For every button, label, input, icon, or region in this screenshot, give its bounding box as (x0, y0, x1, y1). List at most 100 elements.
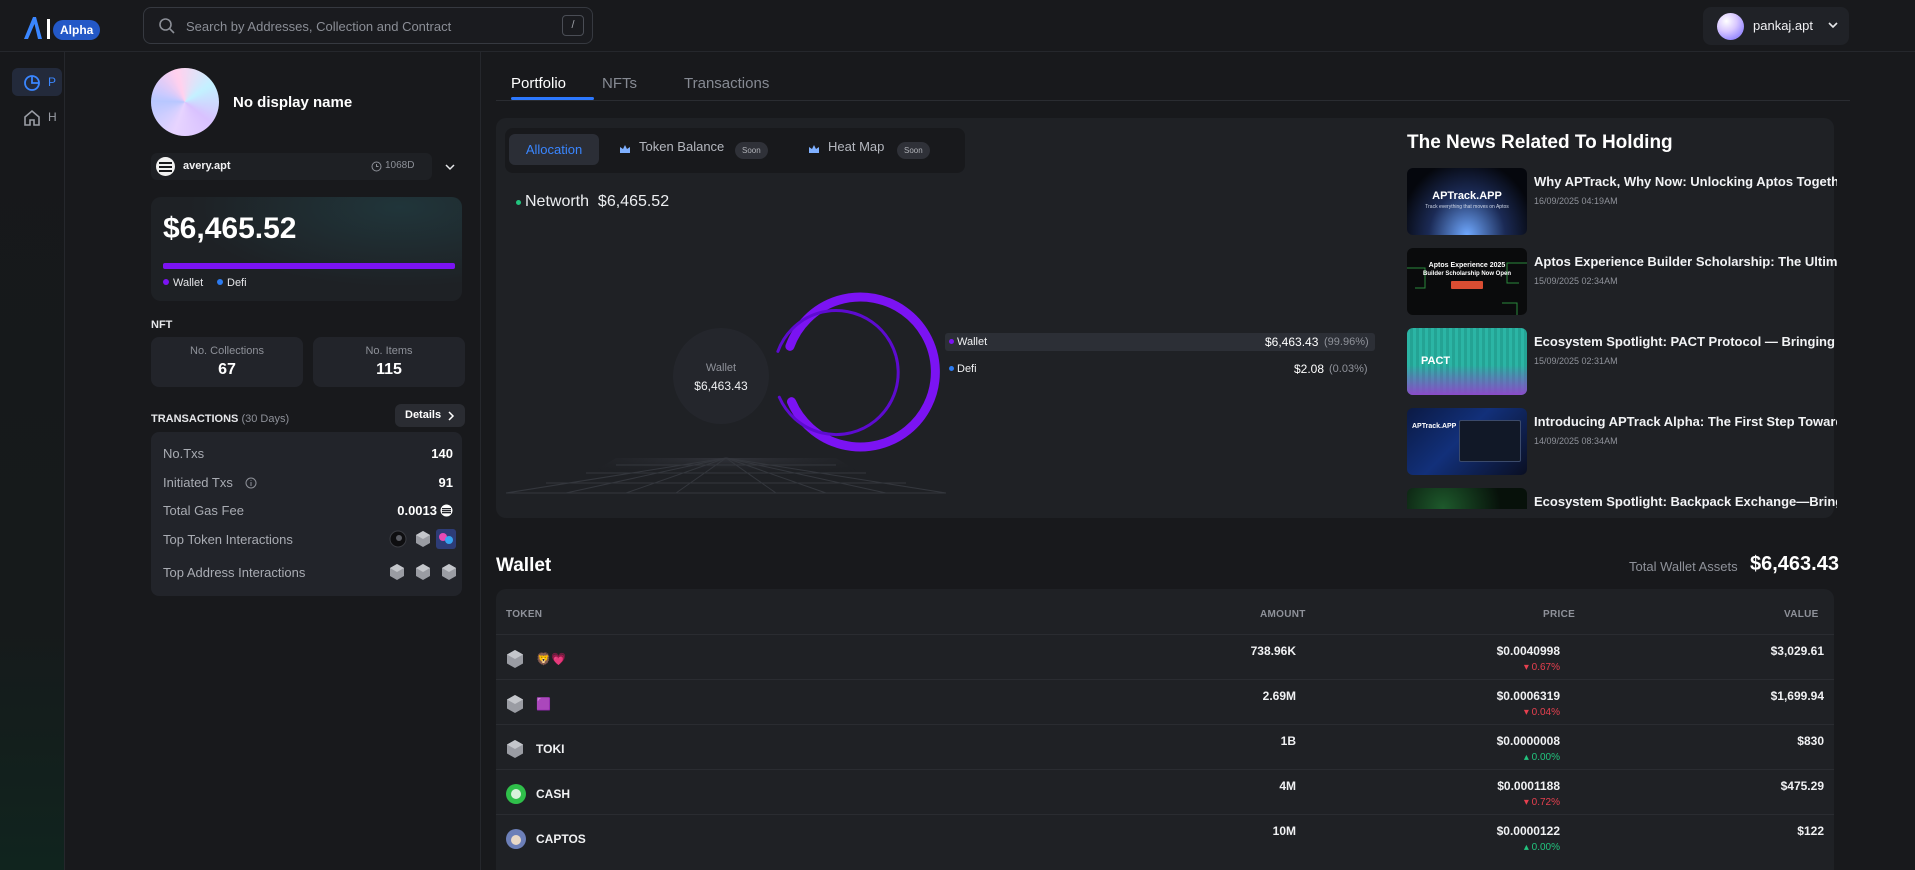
news-item[interactable]: APTrack.APP Introducing APTrack Alpha: T… (1407, 408, 1837, 475)
tx-row-top-tokens: Top Token Interactions (163, 529, 456, 549)
chevron-down-icon[interactable] (445, 162, 455, 172)
info-icon[interactable] (245, 477, 257, 489)
column-header-amount[interactable]: AMOUNT (1260, 609, 1306, 620)
token-value: $830 (1797, 734, 1824, 748)
wallet-section-title: Wallet (496, 555, 552, 576)
news-item[interactable]: APTrack.APP Track everything that moves … (1407, 168, 1837, 235)
donut-center-label: Wallet (706, 362, 736, 374)
news-headline[interactable]: Ecosystem Spotlight: PACT Protocol — Bri… (1534, 334, 1837, 349)
table-row[interactable]: 🦁💗 738.96K $0.0040998 ▾ 0.67% $3,029.61 (496, 634, 1834, 679)
account-selector[interactable]: avery.apt 1068D (151, 153, 432, 180)
hex-icon (507, 740, 523, 758)
hex-icon[interactable] (441, 563, 457, 581)
profile-panel: No display name avery.apt 1068D $6,465.5… (66, 52, 481, 870)
news-thumbnail: Aptos Experience 2025 Builder Scholarshi… (1407, 248, 1527, 315)
wallet-token-table: TOKEN AMOUNT PRICE VALUE 🦁💗 738.96K $0.004… (496, 589, 1834, 870)
news-item[interactable]: PACT Ecosystem Spotlight: PACT Protocol … (1407, 328, 1837, 395)
cash-token-icon (506, 784, 526, 804)
subtab-allocation[interactable]: Allocation (509, 134, 599, 165)
tab-nfts[interactable]: NFTs (602, 75, 637, 92)
news-headline[interactable]: Introducing APTrack Alpha: The First Ste… (1534, 414, 1837, 429)
search-icon (159, 18, 175, 34)
alpha-badge: Alpha (53, 20, 101, 40)
networth-dot (516, 200, 521, 205)
token-price: $0.0000008 (1496, 734, 1560, 748)
token-value: $3,029.61 (1770, 644, 1824, 658)
collections-value: 67 (218, 361, 236, 378)
news-date: 14/09/2025 08:34AM (1534, 436, 1618, 446)
hex-icon[interactable] (415, 563, 431, 581)
home-icon (24, 109, 40, 126)
price-change: ▾ 0.67% (1523, 662, 1560, 673)
legend-defi: Defi (217, 277, 247, 289)
news-headline[interactable]: Ecosystem Spotlight: Backpack Exchange—B… (1534, 494, 1837, 509)
networth-value: $6,465.52 (597, 193, 670, 210)
nav-item-home[interactable]: H (12, 104, 62, 132)
chevron-right-icon (448, 411, 455, 421)
news-date: 16/09/2025 04:19AM (1534, 196, 1618, 206)
user-menu-button[interactable]: pankaj.apt (1703, 7, 1849, 45)
news-item[interactable]: Aptos Experience 2025 Builder Scholarshi… (1407, 248, 1837, 315)
soon-badge: Soon (897, 142, 930, 159)
token-avatar-icon[interactable] (389, 530, 407, 548)
nft-token-icon[interactable] (436, 529, 456, 549)
details-button[interactable]: Details (395, 404, 465, 427)
price-change: ▾ 0.04% (1523, 707, 1560, 718)
allocation-row-wallet[interactable]: Wallet $6,463.43 (99.96%) (945, 333, 1375, 351)
grid-floor (506, 457, 946, 494)
main-content: Portfolio NFTs Transactions Allocation T… (482, 52, 1915, 870)
hex-icon[interactable] (389, 563, 405, 581)
subtab-token-balance[interactable]: Token Balance (639, 139, 724, 154)
nav-item-home-label: H (48, 110, 57, 124)
crown-icon (620, 145, 630, 153)
column-header-token[interactable]: TOKEN (506, 609, 542, 620)
account-name: avery.apt (183, 160, 231, 172)
user-name: pankaj.apt (1753, 18, 1813, 33)
hex-icon[interactable] (415, 530, 431, 548)
active-tab-indicator (511, 97, 594, 100)
token-name[interactable]: 🟪 (536, 697, 551, 711)
table-row[interactable]: 🟪 2.69M $0.0006319 ▾ 0.04% $1,699.94 (496, 679, 1834, 724)
token-name[interactable]: CAPTOS (536, 832, 586, 846)
networth-allocation-bar (163, 263, 455, 269)
token-amount: 738.96K (1250, 644, 1296, 658)
news-thumbnail (1407, 488, 1527, 509)
news-headline[interactable]: Why APTrack, Why Now: Unlocking Aptos To… (1534, 174, 1837, 189)
tx-row-initiated: Initiated Txs 91 (163, 475, 453, 490)
news-date: 15/09/2025 02:34AM (1534, 276, 1618, 286)
tab-portfolio[interactable]: Portfolio (511, 75, 566, 92)
allocation-card: Allocation Token Balance Soon Heat Map S… (496, 118, 1837, 518)
table-row[interactable]: CAPTOS 10M $0.0000122 ▴ 0.00% $122 (496, 814, 1834, 859)
donut-wallet-arc[interactable] (785, 292, 940, 452)
aptos-icon (440, 504, 453, 517)
token-price: $0.0040998 (1496, 644, 1560, 658)
token-name[interactable]: CASH (536, 787, 570, 801)
token-name[interactable]: 🦁💗 (536, 652, 566, 666)
news-headline[interactable]: Aptos Experience Builder Scholarship: Th… (1534, 254, 1837, 269)
wallet-dot (163, 279, 169, 285)
tab-transactions[interactable]: Transactions (684, 75, 769, 92)
allocation-row-defi[interactable]: Defi $2.08 (0.03%) (945, 360, 1375, 378)
profile-avatar (151, 68, 219, 136)
column-header-value[interactable]: VALUE (1784, 609, 1819, 620)
price-change: ▴ 0.00% (1523, 752, 1560, 763)
news-list: APTrack.APP Track everything that moves … (1407, 168, 1837, 509)
table-row[interactable]: TOKI 1B $0.0000008 ▴ 0.00% $830 (496, 724, 1834, 769)
column-header-price[interactable]: PRICE (1543, 609, 1575, 620)
hex-icon (507, 695, 523, 713)
table-row[interactable]: CASH 4M $0.0001188 ▾ 0.72% $475.29 (496, 769, 1834, 814)
search-input[interactable]: Search by Addresses, Collection and Cont… (186, 19, 451, 34)
aptrack-logo-icon[interactable] (22, 16, 52, 40)
token-name[interactable]: TOKI (536, 742, 564, 756)
news-item[interactable]: Ecosystem Spotlight: Backpack Exchange—B… (1407, 488, 1837, 509)
chevron-down-icon (1828, 22, 1838, 29)
token-value: $475.29 (1780, 779, 1824, 793)
nav-item-portfolio-label: P (48, 75, 57, 89)
subtab-heat-map[interactable]: Heat Map (828, 139, 884, 154)
nav-item-portfolio[interactable]: P (12, 68, 62, 96)
token-price: $0.0006319 (1496, 689, 1560, 703)
arrow-down-icon: ▾ (1523, 797, 1529, 808)
transactions-card: No.Txs 140 Initiated Txs 91 Total Gas Fee… (151, 432, 462, 596)
legend-wallet: Wallet (163, 277, 203, 289)
search-bar[interactable]: Search by Addresses, Collection and Cont… (143, 7, 593, 44)
